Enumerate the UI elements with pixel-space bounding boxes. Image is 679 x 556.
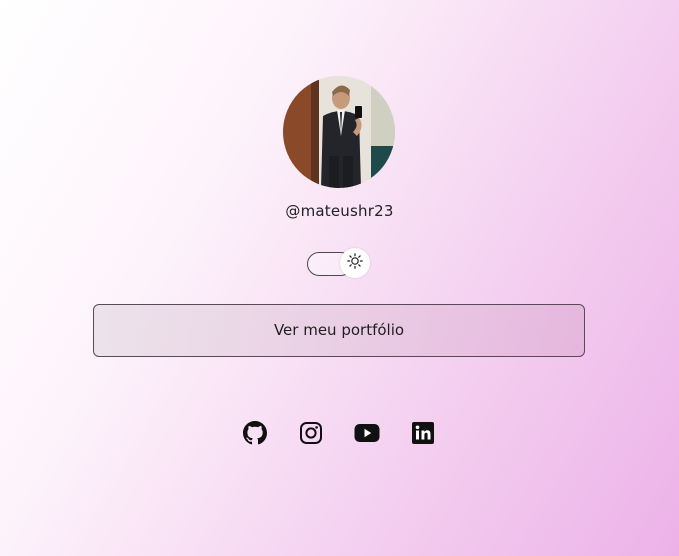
youtube-link[interactable] <box>354 421 380 445</box>
instagram-icon <box>299 421 323 445</box>
youtube-icon <box>354 421 380 445</box>
username: @mateushr23 <box>285 202 394 220</box>
sun-icon <box>347 253 363 273</box>
theme-toggle[interactable] <box>307 248 370 278</box>
linkedin-link[interactable] <box>411 421 435 445</box>
social-links <box>0 421 679 447</box>
toggle-knob[interactable] <box>340 248 370 278</box>
instagram-link[interactable] <box>299 421 323 445</box>
avatar <box>283 76 395 188</box>
profile-photo-image <box>283 76 395 188</box>
portfolio-button[interactable]: Ver meu portfólio <box>93 304 585 357</box>
linkedin-icon <box>411 421 435 445</box>
github-icon <box>243 421 267 445</box>
github-link[interactable] <box>243 421 267 445</box>
